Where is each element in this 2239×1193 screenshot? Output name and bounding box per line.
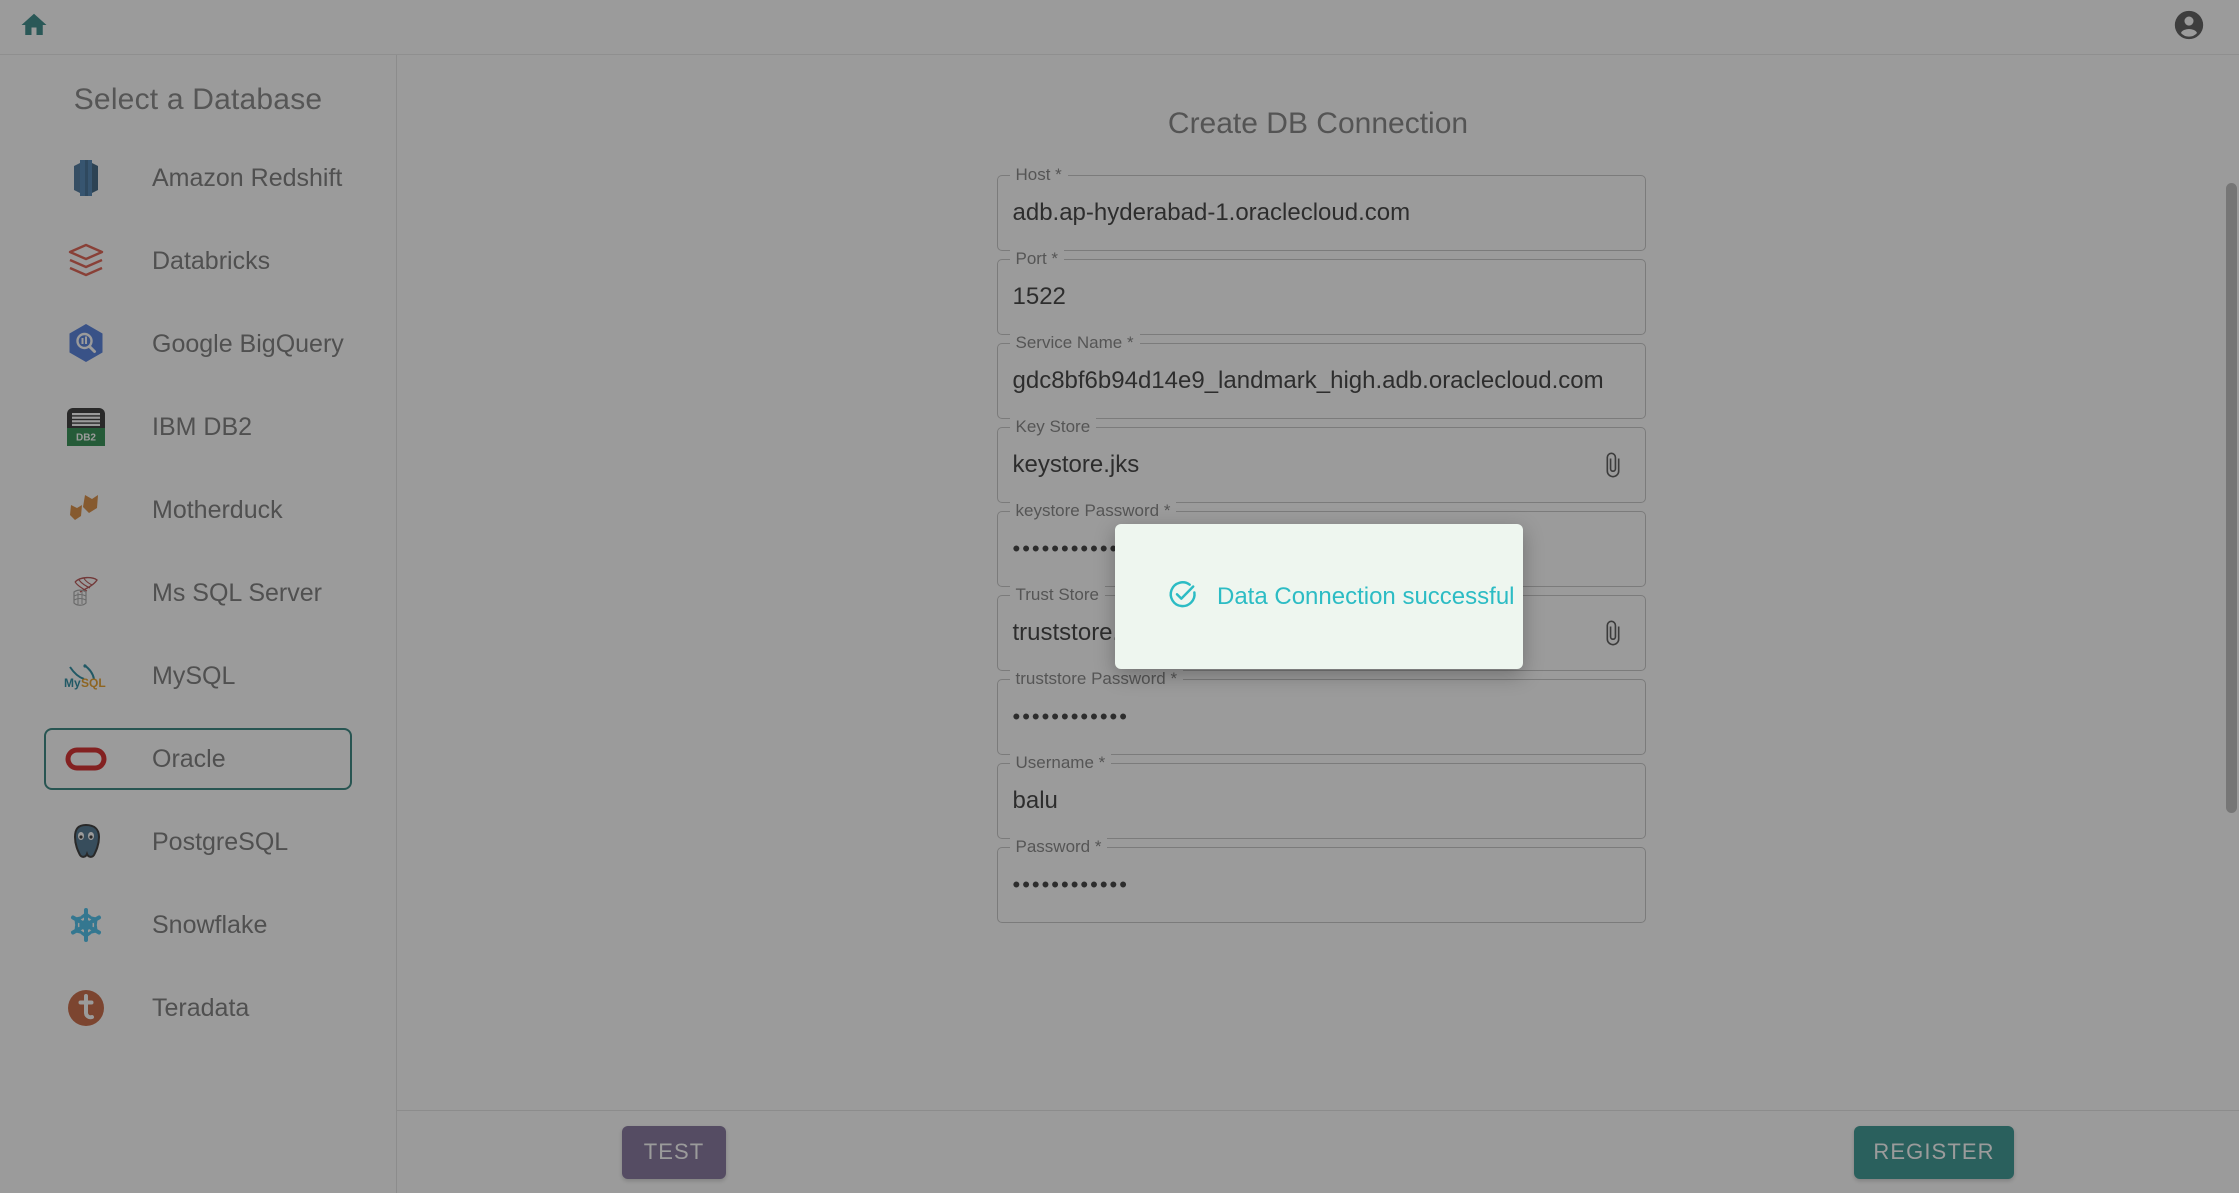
toast-notification[interactable]: Data Connection successful [1115,524,1523,669]
check-circle-icon [1167,579,1198,615]
toast-message: Data Connection successful [1217,582,1515,610]
toast-inner: Data Connection successful [1115,579,1515,615]
